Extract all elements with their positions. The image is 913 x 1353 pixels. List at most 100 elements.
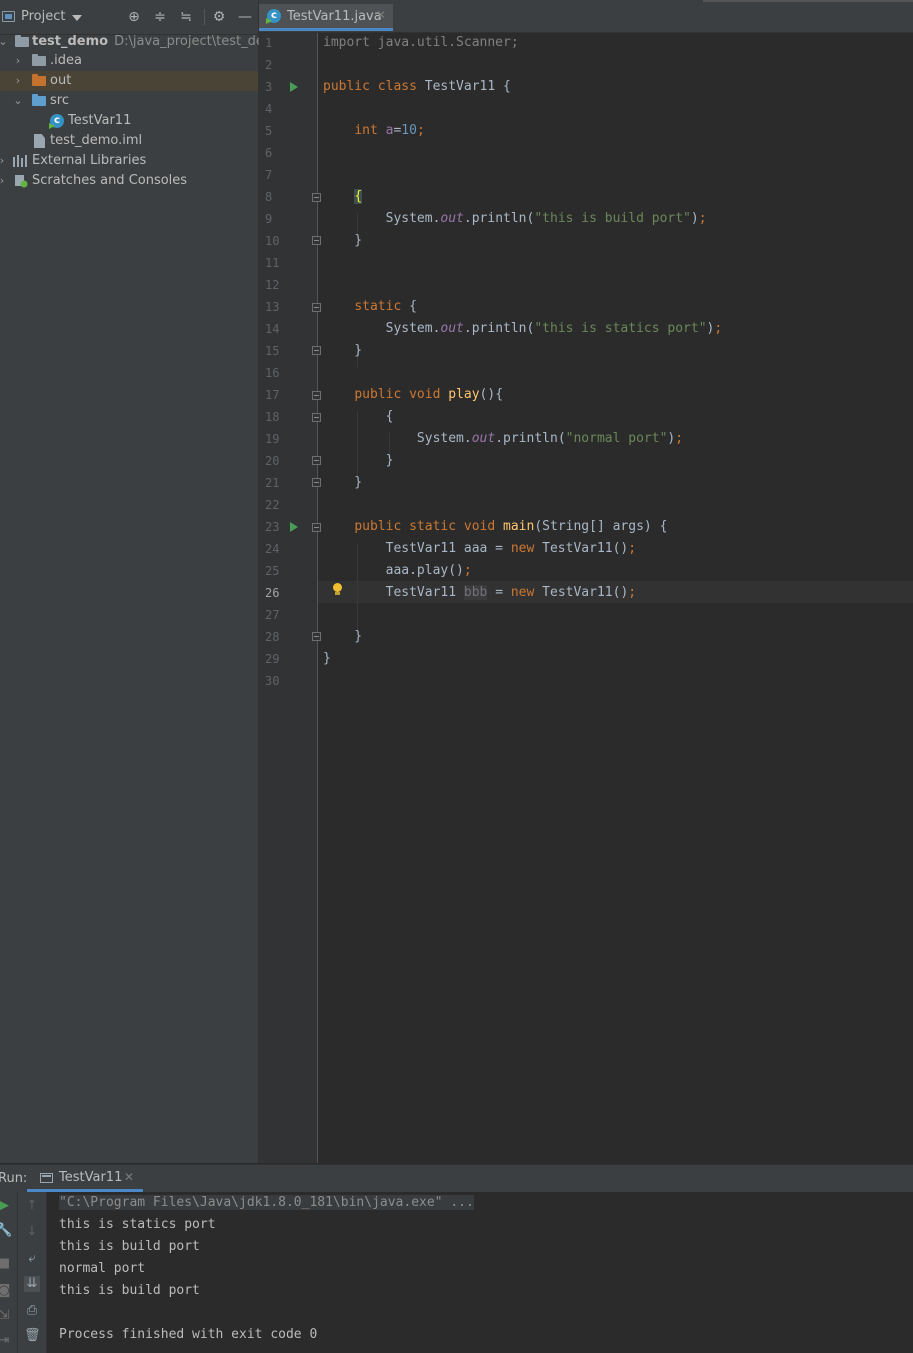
tree-item-label: External Libraries	[32, 153, 147, 168]
tree-item-external-libraries[interactable]: › External Libraries	[0, 151, 258, 171]
tree-item-test-demo[interactable]: ⌄ test_demo D:\java_project\test_demo	[0, 32, 284, 52]
editor-tab-bar: c TestVar11.java ✕	[259, 0, 913, 33]
line-number: 17	[265, 388, 280, 402]
line-number: 2	[265, 58, 273, 72]
scroll-to-end-icon[interactable]: ⇊	[24, 1276, 40, 1292]
line-number: 19	[265, 432, 280, 446]
line-number: 21	[265, 476, 280, 490]
line-number: 28	[265, 630, 280, 644]
tab-testvar11-java[interactable]: c TestVar11.java ✕	[259, 4, 393, 31]
console-line: this is build port	[59, 1283, 200, 1298]
title-strip	[703, 0, 913, 2]
wrench-icon[interactable]: 🔧	[0, 1223, 12, 1239]
soft-wrap-icon[interactable]: ⤶	[24, 1251, 40, 1267]
run-toolbar-secondary: ↑ ↓ ⤶ ⇊ ⎙ 🗑	[18, 1192, 47, 1353]
fold-marker-icon[interactable]	[312, 523, 321, 532]
line-number-gutter[interactable]: 1 2 3 4 5 6 7 8 9 10 11 12 13 14 15 16 1…	[259, 33, 321, 1163]
collapse-all-icon[interactable]: ≒	[178, 9, 194, 25]
tree-item-label: test_demo.iml	[50, 133, 143, 148]
toolbar-divider	[204, 9, 205, 25]
tree-item-label: TestVar11	[68, 113, 132, 128]
code-line: }	[323, 475, 363, 490]
code-editor[interactable]: 1 2 3 4 5 6 7 8 9 10 11 12 13 14 15 16 1…	[259, 33, 913, 1163]
locate-file-icon[interactable]: ⊕	[126, 9, 142, 25]
tree-item-out[interactable]: › out	[0, 71, 258, 91]
chevron-right-icon[interactable]: ›	[13, 71, 23, 91]
code-line: }	[323, 233, 363, 248]
fold-marker-icon[interactable]	[312, 456, 321, 465]
trash-icon[interactable]: 🗑	[24, 1328, 41, 1344]
console-line: Process finished with exit code 0	[59, 1327, 318, 1342]
stop-icon[interactable]: ■	[0, 1256, 12, 1272]
line-number: 13	[265, 300, 280, 314]
chevron-right-icon[interactable]: ›	[0, 151, 7, 171]
chevron-down-icon[interactable]: ⌄	[13, 91, 23, 111]
tree-item-idea[interactable]: › .idea	[0, 51, 258, 71]
run-tab-testvar11[interactable]: TestVar11 ✕	[27, 1165, 143, 1192]
console-command-line[interactable]: "C:\Program Files\Java\jdk1.8.0_181\bin\…	[59, 1195, 474, 1210]
code-line: }	[323, 651, 331, 666]
exit-icon[interactable]: ⇲	[0, 1308, 12, 1324]
excluded-folder-icon	[32, 74, 46, 86]
fold-marker-icon[interactable]	[312, 346, 321, 355]
module-folder-icon	[15, 35, 29, 47]
camera-icon[interactable]: ◙	[0, 1283, 12, 1299]
fold-marker-icon[interactable]	[312, 303, 321, 312]
run-class-icon[interactable]	[290, 82, 298, 92]
project-tool-window: Project ⊕ ≑ ≒ ⚙ — ⌄ test_demo D:\java_pro…	[0, 0, 284, 1163]
line-number: 4	[265, 102, 273, 116]
line-number: 20	[265, 454, 280, 468]
java-class-icon: c	[50, 114, 64, 128]
arrow-down-icon[interactable]: ↓	[24, 1224, 40, 1240]
code-line: {	[323, 409, 394, 424]
source-folder-icon	[32, 94, 46, 106]
console-line: this is build port	[59, 1239, 200, 1254]
chevron-right-icon[interactable]: ›	[0, 171, 7, 191]
fold-marker-icon[interactable]	[312, 391, 321, 400]
line-number: 25	[265, 564, 280, 578]
close-icon[interactable]: ✕	[376, 8, 386, 22]
run-title: Run:	[0, 1171, 28, 1186]
tree-item-testvar11[interactable]: c TestVar11	[0, 111, 258, 131]
hide-panel-icon[interactable]: —	[237, 9, 253, 25]
code-line: {	[354, 189, 363, 204]
arrow-up-icon[interactable]: ↑	[24, 1198, 40, 1214]
console-icon	[40, 1173, 53, 1183]
run-main-icon[interactable]	[290, 522, 298, 532]
line-number: 5	[265, 124, 273, 138]
tree-item-label: .idea	[50, 53, 82, 68]
line-number: 12	[265, 278, 280, 292]
tree-item-test-demo-iml[interactable]: test_demo.iml	[0, 131, 258, 151]
line-number: 26	[265, 586, 280, 600]
tab-label: TestVar11.java	[287, 9, 382, 24]
fold-marker-icon[interactable]	[312, 193, 321, 202]
chevron-down-icon[interactable]: ⌄	[0, 32, 8, 52]
line-number: 23	[265, 520, 280, 534]
tree-item-scratches[interactable]: › Scratches and Consoles	[0, 171, 258, 191]
fold-marker-icon[interactable]	[312, 236, 321, 245]
project-view-selector[interactable]: Project	[21, 9, 65, 24]
code-line: }	[323, 453, 394, 468]
fold-marker-icon[interactable]	[312, 632, 321, 641]
login-icon[interactable]: ⇥	[0, 1333, 12, 1349]
folder-icon	[32, 54, 46, 66]
tree-item-label: test_demo	[32, 34, 109, 49]
fold-marker-icon[interactable]	[312, 413, 321, 422]
code-line: TestVar11 aaa = new TestVar11();	[323, 541, 637, 556]
print-icon[interactable]: ⎙	[24, 1303, 40, 1319]
tree-item-src[interactable]: ⌄ src	[0, 91, 258, 111]
expand-all-icon[interactable]: ≑	[152, 9, 168, 25]
scratches-icon	[14, 174, 28, 188]
chevron-down-icon[interactable]	[72, 15, 82, 21]
chevron-right-icon[interactable]: ›	[13, 51, 23, 71]
console-line: normal port	[59, 1261, 146, 1276]
line-number: 14	[265, 322, 280, 336]
iml-file-icon	[34, 134, 45, 148]
close-icon[interactable]: ✕	[124, 1170, 134, 1184]
code-line: import java.util.Scanner;	[323, 35, 519, 50]
fold-marker-icon[interactable]	[312, 478, 321, 487]
rerun-icon[interactable]: ▶	[0, 1198, 12, 1214]
gear-icon[interactable]: ⚙	[211, 9, 227, 25]
console-output[interactable]: "C:\Program Files\Java\jdk1.8.0_181\bin\…	[47, 1192, 913, 1353]
line-number: 8	[265, 190, 273, 204]
